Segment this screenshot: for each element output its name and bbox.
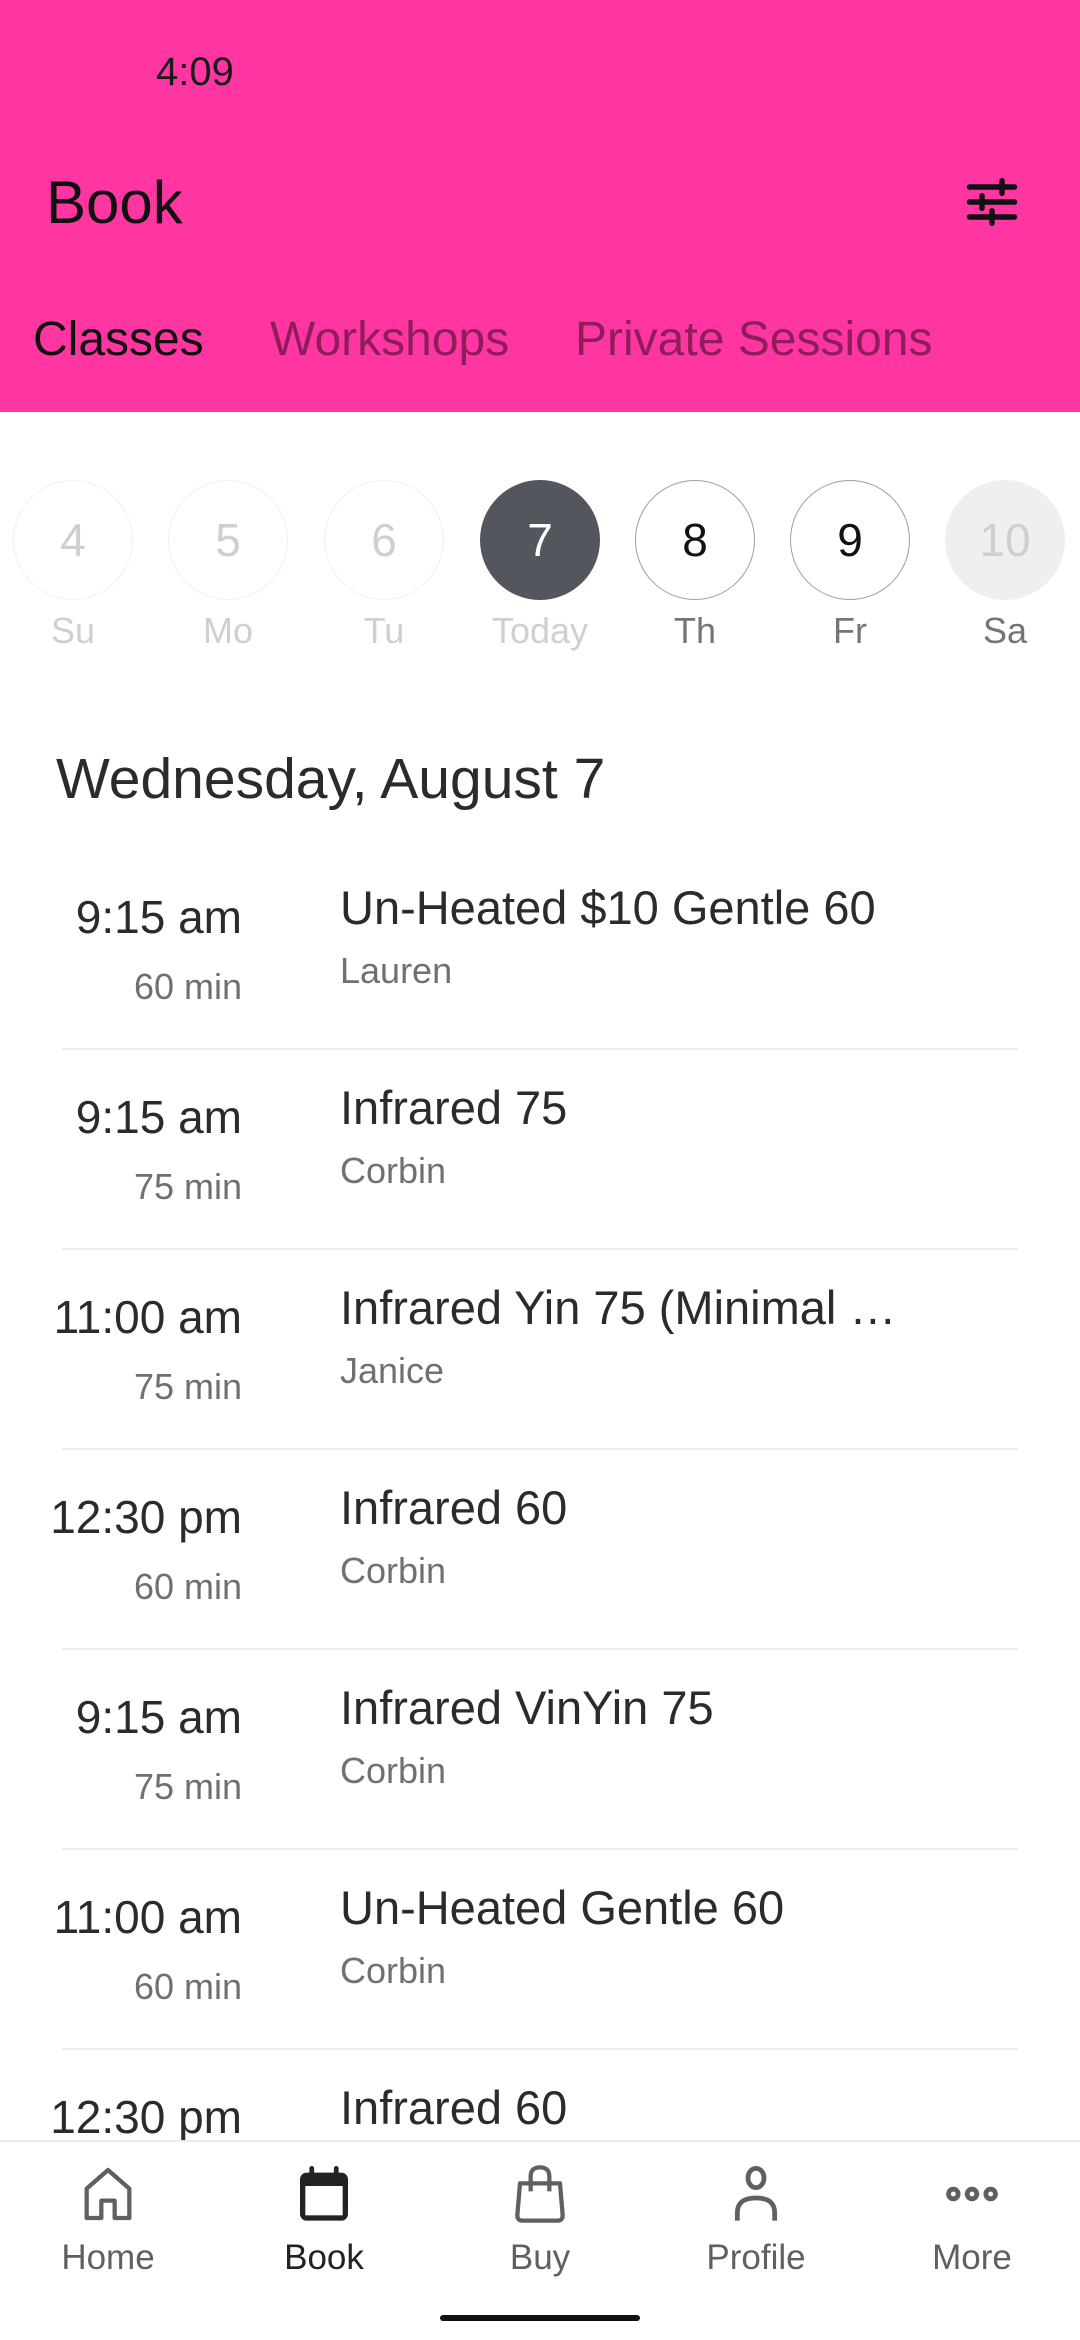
nav-book[interactable]: Book <box>216 2162 432 2278</box>
date-item-selected[interactable]: 7 Today <box>470 480 610 652</box>
class-instructor: Corbin <box>340 1750 447 1791</box>
bottom-navigation: Home Book Buy Profile More <box>0 2140 1080 2340</box>
class-time: 9:15 am <box>75 891 242 943</box>
nav-label: More <box>932 2238 1012 2277</box>
filter-button[interactable] <box>962 172 1022 232</box>
nav-label: Home <box>61 2238 155 2277</box>
class-instructor: Corbin <box>340 1550 447 1591</box>
class-row[interactable]: 9:15 am 60 min Un-Heated $10 Gentle 60 L… <box>0 850 1080 1050</box>
page-title: Book <box>46 169 183 236</box>
schedule-date-heading: Wednesday, August 7 <box>56 747 606 811</box>
more-horizontal-icon <box>946 2186 998 2202</box>
tab-private-sessions[interactable]: Private Sessions <box>575 312 933 367</box>
person-icon <box>734 2166 778 2221</box>
class-name: Un-Heated Gentle 60 <box>340 1881 785 1934</box>
date-circle: 5 <box>168 480 288 600</box>
date-circle: 7 <box>480 480 600 600</box>
date-circle: 9 <box>790 480 910 600</box>
date-weekday-label: Tu <box>363 610 405 651</box>
class-duration: 75 min <box>133 1366 242 1407</box>
date-circle: 6 <box>324 480 444 600</box>
class-instructor: Lauren <box>340 950 453 991</box>
nav-label: Profile <box>706 2238 806 2277</box>
class-name: Infrared 60 <box>340 2081 568 2134</box>
app-header: 4:09 Book Classes Workshops Private Sess… <box>0 0 1080 412</box>
class-list: 9:15 am 60 min Un-Heated $10 Gentle 60 L… <box>0 850 1080 2250</box>
class-time: 11:00 am <box>53 1291 242 1343</box>
class-time: 12:30 pm <box>50 2091 242 2143</box>
nav-label: Buy <box>509 2238 571 2277</box>
nav-home[interactable]: Home <box>0 2162 216 2278</box>
date-item[interactable]: 4 Su <box>3 480 143 652</box>
date-circle: 10 <box>945 480 1065 600</box>
class-instructor: Corbin <box>340 1150 447 1191</box>
date-item[interactable]: 8 Th <box>625 480 765 652</box>
sliders-icon <box>966 178 1018 226</box>
class-row[interactable]: 11:00 am 60 min Un-Heated Gentle 60 Corb… <box>0 1850 1080 2050</box>
class-duration: 75 min <box>133 1166 242 1207</box>
date-strip: 4 Su 5 Mo 6 Tu 7 Today 8 Th 9 Fr 10 Sa <box>0 480 1080 670</box>
nav-profile[interactable]: Profile <box>648 2162 864 2278</box>
home-indicator[interactable] <box>440 2315 640 2321</box>
shopping-bag-icon <box>515 2165 565 2223</box>
class-duration: 60 min <box>133 1566 242 1607</box>
class-name: Infrared 75 <box>340 1081 568 1134</box>
class-duration: 60 min <box>133 966 242 1007</box>
class-time: 12:30 pm <box>50 1491 242 1543</box>
class-row[interactable]: 9:15 am 75 min Infrared 75 Corbin <box>0 1050 1080 1250</box>
date-item[interactable]: 9 Fr <box>780 480 920 652</box>
nav-more[interactable]: More <box>864 2162 1080 2278</box>
class-name: Infrared Yin 75 (Minimal I… <box>340 1281 900 1334</box>
class-time: 11:00 am <box>53 1891 242 1943</box>
calendar-icon <box>300 2166 348 2221</box>
class-instructor: Janice <box>340 1350 445 1391</box>
date-weekday-label: Th <box>673 610 716 651</box>
class-time: 9:15 am <box>75 1691 242 1743</box>
date-weekday-label: Today <box>491 610 589 651</box>
status-bar-time: 4:09 <box>156 50 234 94</box>
date-item[interactable]: 10 Sa <box>935 480 1075 652</box>
tab-workshops[interactable]: Workshops <box>270 312 509 367</box>
class-name: Un-Heated $10 Gentle 60 <box>340 881 876 934</box>
date-weekday-label: Su <box>50 610 96 651</box>
nav-buy[interactable]: Buy <box>432 2162 648 2278</box>
date-weekday-label: Sa <box>982 610 1028 651</box>
tab-classes[interactable]: Classes <box>33 312 204 367</box>
date-circle: 8 <box>635 480 755 600</box>
class-time: 9:15 am <box>75 1091 242 1143</box>
class-row[interactable]: 12:30 pm 60 min Infrared 60 Corbin <box>0 1450 1080 1650</box>
nav-label: Book <box>284 2238 364 2277</box>
date-weekday-label: Mo <box>202 610 253 651</box>
class-duration: 75 min <box>133 1766 242 1807</box>
date-circle: 4 <box>13 480 133 600</box>
class-duration: 60 min <box>133 1966 242 2007</box>
date-item[interactable]: 5 Mo <box>158 480 298 652</box>
home-icon <box>84 2167 132 2221</box>
date-item[interactable]: 6 Tu <box>314 480 454 652</box>
tab-bar: Classes Workshops Private Sessions <box>0 312 1080 382</box>
class-name: Infrared 60 <box>340 1481 568 1534</box>
class-instructor: Corbin <box>340 1950 447 1991</box>
class-row[interactable]: 11:00 am 75 min Infrared Yin 75 (Minimal… <box>0 1250 1080 1450</box>
class-name: Infrared VinYin 75 <box>340 1681 714 1734</box>
date-weekday-label: Fr <box>833 610 867 651</box>
class-row[interactable]: 9:15 am 75 min Infrared VinYin 75 Corbin <box>0 1650 1080 1850</box>
